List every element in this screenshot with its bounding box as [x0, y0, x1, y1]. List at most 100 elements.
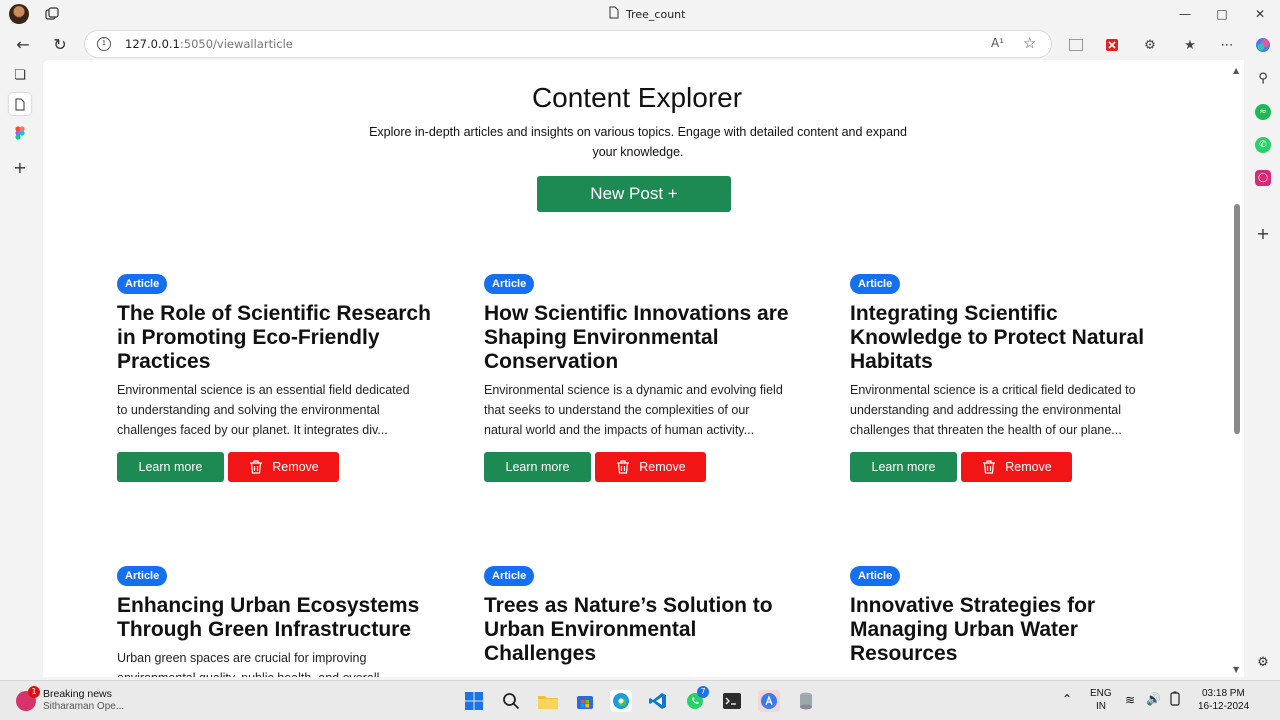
article-title: Enhancing Urban Ecosystems Through Green…: [117, 594, 420, 641]
article-badge: Article: [850, 566, 901, 586]
start-button-icon[interactable]: [463, 690, 485, 712]
window-title: Tree_count: [608, 6, 685, 22]
minimize-button[interactable]: —: [1166, 0, 1204, 28]
trash-icon: [617, 460, 630, 474]
add-sidebar-app-icon[interactable]: +: [1255, 224, 1271, 243]
favorite-star-icon[interactable]: ☆: [1023, 34, 1036, 52]
read-aloud-icon[interactable]: A¹: [991, 36, 1004, 50]
language-top[interactable]: ENG: [1090, 688, 1112, 699]
taskbar-search-icon[interactable]: [500, 690, 522, 712]
workspaces-icon[interactable]: [44, 6, 60, 22]
profile-avatar[interactable]: [9, 4, 29, 24]
page-subtitle: Explore in-depth articles and insights o…: [369, 125, 907, 159]
new-tab-icon[interactable]: +: [9, 156, 31, 178]
wifi-icon[interactable]: ≋: [1125, 693, 1135, 707]
article-card: Article The Role of Scientific Research …: [117, 272, 437, 482]
sidebar-settings-icon[interactable]: ⚙: [1255, 654, 1271, 670]
article-title: How Scientific Innovations are Shaping E…: [484, 302, 789, 373]
new-post-button[interactable]: New Post +: [537, 176, 731, 212]
whatsapp-icon[interactable]: ✆: [1255, 137, 1271, 153]
news-headline[interactable]: Breaking news: [43, 688, 112, 700]
tab-current-page[interactable]: [9, 93, 31, 115]
browser-toolbar: ← ↻ i 127.0.0.1:5050/viewallarticle A¹ ☆…: [0, 28, 1280, 60]
scroll-up-arrow-icon[interactable]: ▲: [1233, 66, 1239, 75]
learn-more-button[interactable]: Learn more: [484, 452, 591, 482]
article-card: Article Enhancing Urban Ecosystems Throu…: [117, 564, 437, 677]
browser-title-bar: Tree_count — □ ✕: [0, 0, 1280, 28]
database-icon[interactable]: [795, 690, 817, 712]
close-window-button[interactable]: ✕: [1241, 0, 1279, 28]
clock-date[interactable]: 16-12-2024: [1198, 701, 1249, 712]
tab-figma-icon[interactable]: [9, 122, 31, 144]
article-card: Article Trees as Nature’s Solution to Ur…: [484, 564, 804, 666]
article-card: Article Innovative Strategies for Managi…: [850, 564, 1170, 666]
tab-title: Tree_count: [626, 7, 686, 21]
windows-taskbar: 1 Breaking news Sitharaman Ope... 7 ⌃ EN…: [0, 680, 1280, 720]
edge-browser-icon[interactable]: [610, 690, 632, 712]
address-bar[interactable]: i 127.0.0.1:5050/viewallarticle A¹ ☆: [84, 30, 1052, 58]
learn-more-button[interactable]: Learn more: [117, 452, 224, 482]
store-icon[interactable]: [574, 690, 596, 712]
page-viewport: Content Explorer Explore in-depth articl…: [43, 60, 1244, 677]
remove-button[interactable]: Remove: [595, 452, 706, 482]
whatsapp-badge: 7: [697, 686, 709, 698]
remove-label: Remove: [1005, 460, 1052, 474]
extension-red-icon[interactable]: [1103, 36, 1121, 54]
page-title: Content Explorer: [531, 82, 743, 113]
remove-button[interactable]: Remove: [961, 452, 1072, 482]
more-menu-icon[interactable]: ⋯: [1218, 36, 1236, 54]
article-badge: Article: [117, 274, 168, 294]
maximize-button[interactable]: □: [1203, 0, 1241, 28]
extensions-puzzle-icon[interactable]: ⚙: [1141, 36, 1159, 54]
scroll-down-arrow-icon[interactable]: ▼: [1233, 665, 1239, 674]
article-excerpt: Environmental science is an essential fi…: [117, 383, 410, 437]
spotify-icon[interactable]: ≈: [1255, 104, 1271, 120]
article-title: Integrating Scientific Knowledge to Prot…: [850, 302, 1145, 373]
article-badge: Article: [484, 274, 535, 294]
app-store-style-icon[interactable]: [758, 690, 780, 712]
article-card: Article How Scientific Innovations are S…: [484, 272, 804, 482]
clock-time[interactable]: 03:18 PM: [1202, 688, 1245, 699]
tab-actions-icon[interactable]: ❏: [9, 64, 31, 86]
vertical-tab-strip: ❏ +: [0, 60, 40, 680]
search-icon[interactable]: ⚲: [1255, 70, 1271, 86]
remove-button[interactable]: Remove: [228, 452, 339, 482]
article-title: The Role of Scientific Research in Promo…: [117, 302, 431, 373]
volume-icon[interactable]: 🔊: [1146, 692, 1161, 706]
whatsapp-taskbar-icon[interactable]: 7: [684, 686, 709, 712]
favorites-icon[interactable]: ★: [1181, 36, 1199, 54]
article-title: Trees as Nature’s Solution to Urban Envi…: [484, 594, 773, 665]
article-badge: Article: [117, 566, 168, 586]
article-title: Innovative Strategies for Managing Urban…: [850, 594, 1096, 665]
hidden-icons-chevron-icon[interactable]: ⌃: [1062, 692, 1072, 706]
learn-more-button[interactable]: Learn more: [850, 452, 957, 482]
news-badge: 1: [28, 686, 40, 698]
instagram-icon[interactable]: ◯: [1255, 170, 1271, 186]
page-scrollbar[interactable]: ▲ ▼: [1231, 62, 1243, 676]
copilot-icon[interactable]: [1254, 36, 1272, 54]
site-info-icon[interactable]: i: [97, 37, 111, 51]
language-bottom[interactable]: IN: [1096, 701, 1106, 712]
back-button[interactable]: ←: [11, 32, 35, 56]
remove-label: Remove: [639, 460, 686, 474]
battery-icon[interactable]: [1167, 691, 1183, 710]
terminal-icon[interactable]: [721, 690, 743, 712]
trash-icon: [250, 460, 263, 474]
article-badge: Article: [484, 566, 535, 586]
url-text[interactable]: 127.0.0.1:5050/viewallarticle: [125, 37, 293, 51]
remove-label: Remove: [272, 460, 319, 474]
article-card: Article Integrating Scientific Knowledge…: [850, 272, 1170, 482]
scrollbar-thumb[interactable]: [1234, 204, 1240, 434]
article-excerpt: Environmental science is a critical fiel…: [850, 383, 1136, 437]
split-screen-icon[interactable]: [1067, 36, 1085, 54]
refresh-button[interactable]: ↻: [48, 32, 72, 56]
article-excerpt: Environmental science is a dynamic and e…: [484, 383, 783, 437]
news-subline[interactable]: Sitharaman Ope...: [43, 701, 124, 712]
article-badge: Article: [850, 274, 901, 294]
file-explorer-icon[interactable]: [537, 690, 559, 712]
trash-icon: [983, 460, 996, 474]
edge-sidebar: ⚲ ≈ ✆ ◯ + ⚙: [1246, 60, 1280, 680]
vscode-icon[interactable]: [647, 690, 669, 712]
article-excerpt: Urban green spaces are crucial for impro…: [117, 651, 379, 677]
page-icon: [608, 6, 620, 22]
